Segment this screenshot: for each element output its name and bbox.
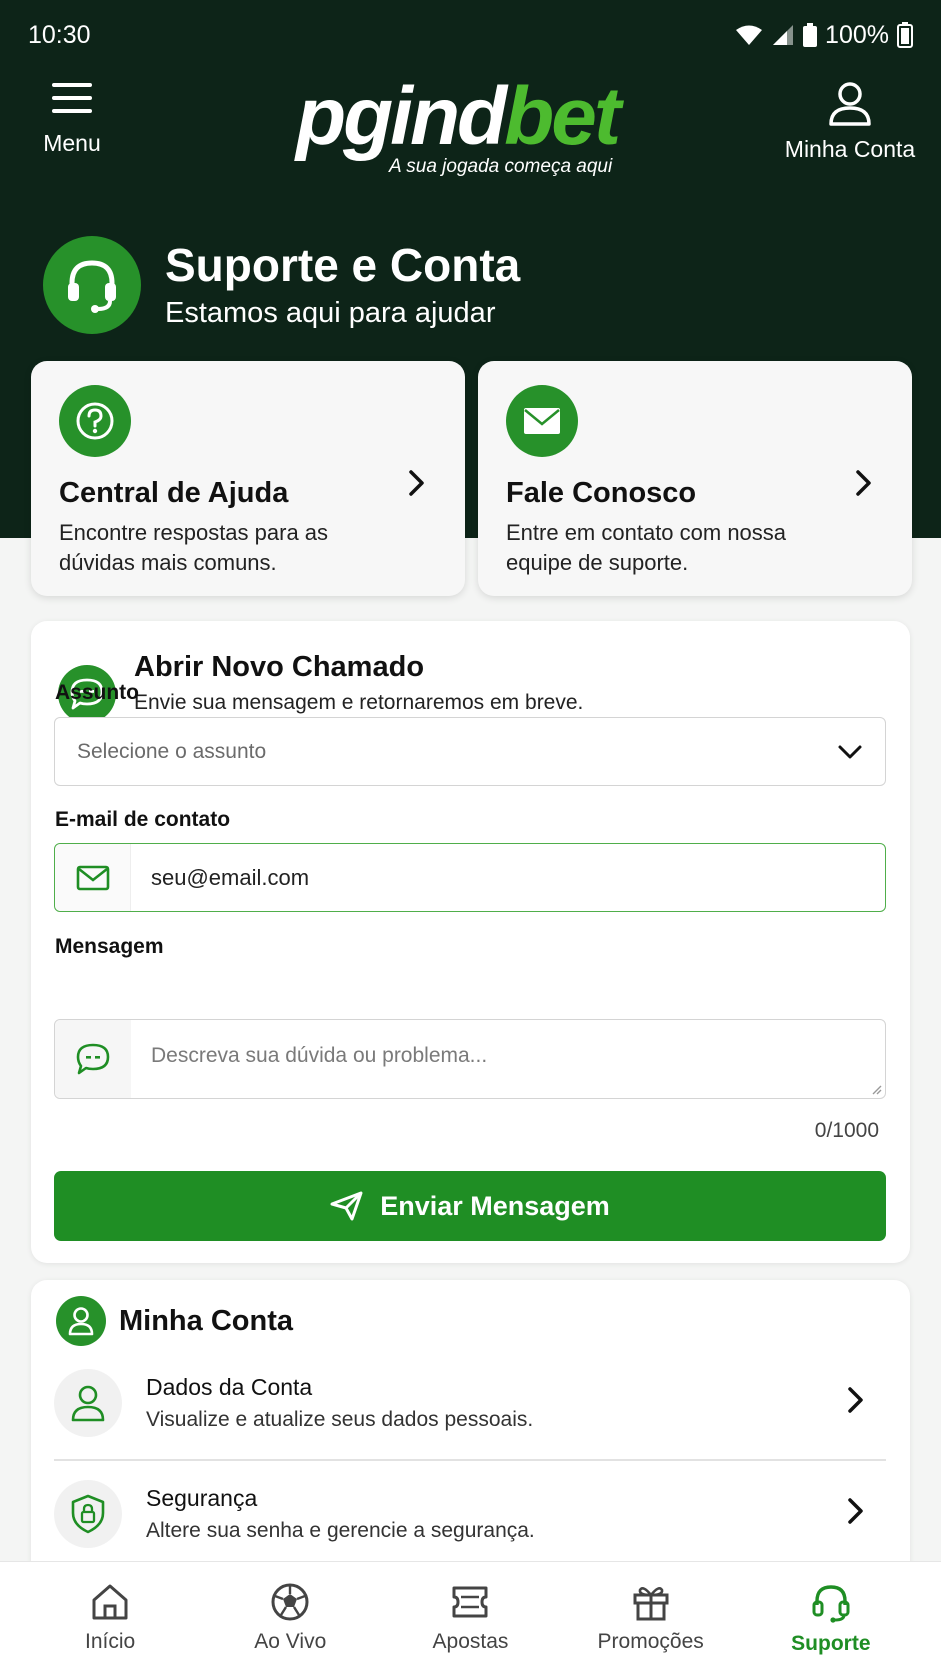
chevron-right-icon	[409, 470, 424, 496]
chevron-right-icon	[848, 1387, 863, 1413]
page-title-row: Suporte e Conta Estamos aqui para ajudar	[43, 236, 520, 334]
chevron-right-icon	[856, 470, 871, 496]
nav-item-bets[interactable]: Apostas	[395, 1562, 545, 1672]
app-header: Menu pgindbet A sua jogada começa aqui M…	[0, 76, 941, 190]
headset-icon	[812, 1585, 850, 1623]
subject-select[interactable]: Selecione o assunto	[54, 717, 886, 786]
message-placeholder: Descreva sua dúvida ou problema...	[151, 1044, 488, 1067]
envelope-icon	[524, 408, 560, 434]
help-center-title: Central de Ajuda	[59, 477, 289, 509]
contact-us-description: Entre em contato com nossa equipe de sup…	[506, 520, 787, 575]
message-icon-box	[55, 1020, 131, 1098]
battery-icon	[897, 22, 913, 48]
support-badge	[43, 236, 141, 334]
bottom-navigation: Início Ao Vivo Apostas Promoções Suporte	[0, 1561, 941, 1672]
security-icon-circle	[54, 1480, 122, 1548]
my-account-title: Minha Conta	[119, 1304, 293, 1337]
nav-item-support[interactable]: Suporte	[756, 1562, 906, 1672]
user-icon	[68, 1307, 94, 1336]
nav-item-promotions[interactable]: Promoções	[576, 1562, 726, 1672]
home-icon	[92, 1584, 128, 1620]
logo-text-pgind: pgind	[296, 71, 507, 162]
menu-label: Menu	[43, 130, 101, 156]
hamburger-icon	[52, 83, 92, 113]
send-message-label: Enviar Mensagem	[380, 1190, 610, 1221]
nav-item-live[interactable]: Ao Vivo	[215, 1562, 365, 1672]
page-title: Suporte e Conta	[165, 239, 521, 291]
subject-placeholder: Selecione o assunto	[77, 739, 267, 763]
message-textarea[interactable]: Descreva sua dúvida ou problema...	[54, 1019, 886, 1099]
resize-handle-icon[interactable]	[870, 1083, 882, 1095]
status-bar: 10:30 100%	[0, 0, 941, 70]
subject-label: Assunto	[55, 681, 139, 704]
nav-item-home[interactable]: Início	[35, 1562, 185, 1672]
paper-plane-icon	[330, 1191, 363, 1221]
user-icon	[829, 82, 871, 126]
nav-label-live: Ao Vivo	[254, 1630, 327, 1653]
account-data-title: Dados da Conta	[146, 1374, 313, 1400]
nav-label-bets: Apostas	[432, 1630, 509, 1653]
brand-logo[interactable]: pgindbet A sua jogada começa aqui	[296, 76, 646, 186]
question-circle-icon	[76, 402, 114, 440]
logo-tagline: A sua jogada começa aqui	[389, 156, 613, 177]
headset-icon	[68, 260, 116, 313]
chevron-down-icon	[838, 745, 862, 758]
battery-small-icon	[803, 23, 818, 47]
security-item[interactable]: Segurança Altere sua senha e gerencie a …	[54, 1464, 886, 1564]
help-icon-badge	[59, 385, 131, 457]
help-center-description: Encontre respostas para as dúvidas mais …	[59, 520, 329, 575]
new-ticket-card: Abrir Novo Chamado Envie sua mensagem e …	[31, 621, 910, 1263]
email-field[interactable]: seu@email.com	[54, 843, 886, 912]
new-ticket-title: Abrir Novo Chamado	[134, 651, 425, 683]
battery-percent: 100%	[825, 20, 889, 49]
gift-icon	[633, 1587, 669, 1621]
contact-us-title: Fale Conosco	[506, 477, 697, 509]
nav-label-home: Início	[84, 1630, 136, 1653]
email-label: E-mail de contato	[55, 808, 231, 831]
send-message-button[interactable]: Enviar Mensagem	[54, 1171, 886, 1241]
chevron-right-icon	[848, 1498, 863, 1524]
logo-text-bet: bet	[504, 71, 621, 162]
email-icon-box	[55, 844, 131, 911]
status-time: 10:30	[28, 20, 91, 49]
envelope-outline-icon	[76, 865, 109, 890]
list-divider	[54, 1459, 886, 1461]
email-value: seu@email.com	[151, 864, 310, 890]
status-icons: 100%	[735, 21, 913, 50]
soccer-ball-icon	[271, 1583, 309, 1621]
account-data-icon-circle	[54, 1369, 122, 1437]
user-icon	[71, 1385, 105, 1422]
help-center-card[interactable]: Central de Ajuda Encontre respostas para…	[31, 361, 465, 596]
account-data-description: Visualize e atualize seus dados pessoais…	[146, 1408, 534, 1431]
security-title: Segurança	[146, 1485, 258, 1511]
signal-icon	[773, 25, 794, 45]
chat-outline-icon	[76, 1043, 110, 1075]
character-counter: 0/1000	[814, 1119, 879, 1142]
wifi-icon	[736, 25, 763, 45]
nav-label-promotions: Promoções	[597, 1630, 704, 1653]
contact-us-card[interactable]: Fale Conosco Entre em contato com nossa …	[478, 361, 912, 596]
page-subtitle: Estamos aqui para ajudar	[165, 297, 496, 329]
account-icon-badge	[56, 1296, 106, 1346]
nav-label-support: Suporte	[791, 1632, 871, 1655]
new-ticket-subtitle: Envie sua mensagem e retornaremos em bre…	[134, 691, 584, 714]
menu-button[interactable]: Menu	[30, 80, 114, 184]
account-label: Minha Conta	[784, 136, 916, 162]
message-label: Mensagem	[55, 935, 164, 958]
shield-lock-icon	[71, 1494, 105, 1534]
security-description: Altere sua senha e gerencie a segurança.	[146, 1519, 535, 1542]
my-account-header: Minha Conta	[56, 1296, 293, 1346]
account-data-item[interactable]: Dados da Conta Visualize e atualize seus…	[54, 1353, 886, 1453]
ticket-icon	[452, 1586, 488, 1618]
account-button[interactable]: Minha Conta	[775, 80, 925, 184]
contact-icon-badge	[506, 385, 578, 457]
